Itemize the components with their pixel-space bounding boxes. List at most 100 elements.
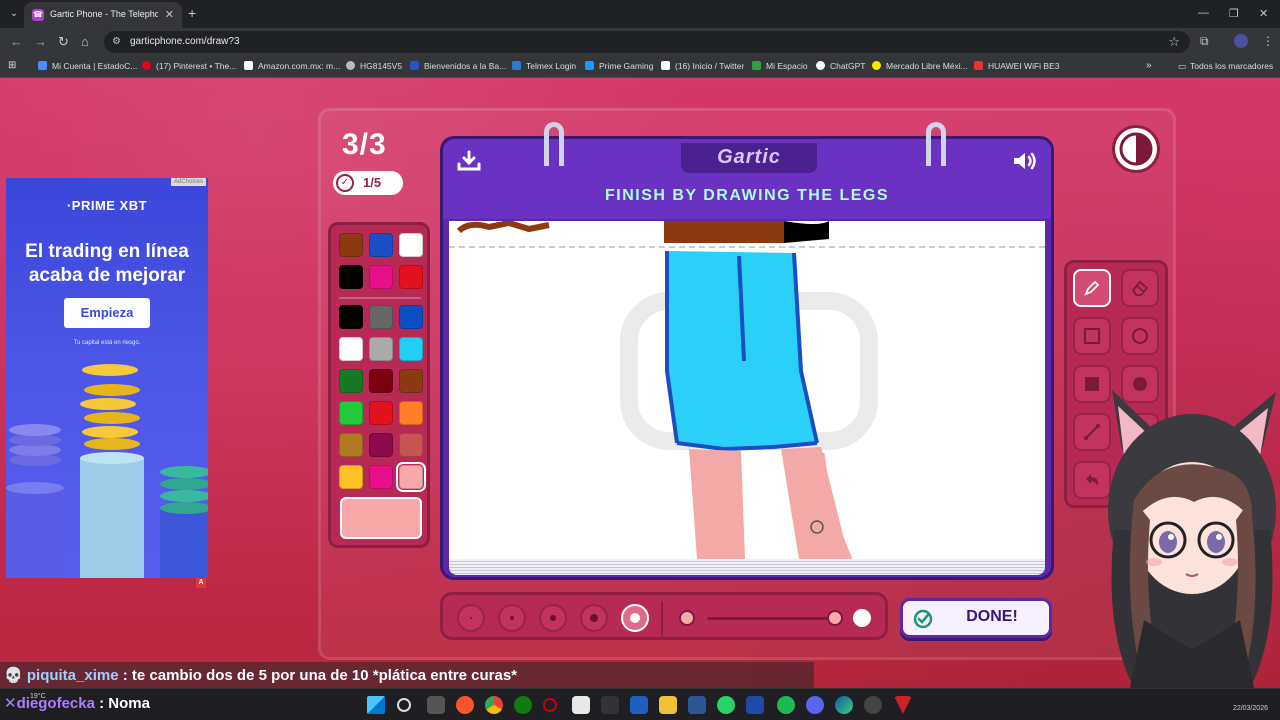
bookmark-star-icon[interactable]: ☆ bbox=[1168, 34, 1180, 50]
opera-icon[interactable] bbox=[543, 698, 557, 712]
color-swatch[interactable] bbox=[369, 233, 393, 257]
xbox-icon[interactable] bbox=[514, 696, 532, 714]
close-window-icon[interactable]: ✕ bbox=[1259, 7, 1268, 20]
color-swatch[interactable] bbox=[369, 305, 393, 329]
color-swatch[interactable] bbox=[396, 462, 426, 492]
address-bar[interactable]: ⚙ garticphone.com/draw?3 ☆ bbox=[104, 31, 1190, 53]
color-swatch[interactable] bbox=[369, 465, 393, 489]
advertisement-banner[interactable]: AdChoices ·PRIME XBT El trading en línea… bbox=[6, 178, 208, 578]
color-swatch[interactable] bbox=[399, 233, 423, 257]
eraser-tool-button[interactable] bbox=[1121, 269, 1159, 307]
ellipse-outline-tool-button[interactable] bbox=[1121, 317, 1159, 355]
opacity-slider-track[interactable] bbox=[707, 617, 833, 620]
reload-icon[interactable]: ↻ bbox=[58, 34, 69, 50]
bookmark-item[interactable]: Amazon.com.mx: m... bbox=[244, 61, 340, 71]
rectangle-outline-tool-button[interactable] bbox=[1073, 317, 1111, 355]
bookmark-item[interactable]: Telmex Login bbox=[512, 61, 576, 71]
color-swatch[interactable] bbox=[399, 337, 423, 361]
contrast-toggle-button[interactable] bbox=[1112, 125, 1160, 173]
app-icon[interactable] bbox=[630, 696, 648, 714]
bookmark-item[interactable]: Mercado Libre Méxi... bbox=[872, 61, 968, 71]
spotify-icon[interactable] bbox=[777, 696, 795, 714]
browser-menu-icon[interactable]: ⋮ bbox=[1262, 34, 1274, 48]
task-view-icon[interactable] bbox=[427, 696, 445, 714]
color-swatch[interactable] bbox=[369, 337, 393, 361]
extensions-icon[interactable]: ⧉ bbox=[1200, 34, 1209, 49]
windows-start-icon[interactable] bbox=[367, 696, 385, 714]
brush-size-button[interactable] bbox=[580, 604, 608, 632]
ad-corner-icon[interactable]: A bbox=[196, 578, 206, 588]
search-icon[interactable] bbox=[397, 698, 411, 712]
current-color-preview[interactable] bbox=[340, 497, 422, 539]
chat-username: diegofecka bbox=[16, 695, 95, 712]
discord-icon[interactable] bbox=[806, 696, 824, 714]
bookmark-item[interactable]: (17) Pinterest • The... bbox=[142, 61, 236, 71]
color-swatch[interactable] bbox=[339, 433, 363, 457]
color-swatch[interactable] bbox=[339, 265, 363, 289]
valorant-icon[interactable] bbox=[894, 696, 912, 714]
site-info-icon[interactable]: ⚙ bbox=[112, 36, 121, 47]
weather-widget[interactable]: 19°C bbox=[30, 693, 46, 700]
color-swatch[interactable] bbox=[369, 369, 393, 393]
network-app-icon[interactable] bbox=[688, 696, 706, 714]
ad-cta-button[interactable]: Empieza bbox=[64, 298, 150, 328]
color-swatch[interactable] bbox=[339, 337, 363, 361]
color-swatch[interactable] bbox=[399, 401, 423, 425]
new-tab-icon[interactable]: + bbox=[188, 5, 196, 21]
taskbar-date[interactable]: 22/03/2026 bbox=[1233, 705, 1268, 712]
bookmark-item[interactable]: Bienvenidos a la Ba... bbox=[410, 61, 506, 71]
brush-size-button[interactable] bbox=[539, 604, 567, 632]
bookmark-item[interactable]: Mi Espacio bbox=[752, 61, 808, 71]
drawing-canvas[interactable] bbox=[449, 221, 1045, 559]
brush-size-button[interactable] bbox=[498, 604, 526, 632]
ad-coins-illustration bbox=[6, 364, 208, 578]
color-swatch[interactable] bbox=[339, 401, 363, 425]
bookmark-item[interactable]: HUAWEI WiFi BE3 bbox=[974, 61, 1059, 71]
minimize-icon[interactable]: — bbox=[1198, 7, 1209, 19]
epic-games-icon[interactable] bbox=[601, 696, 619, 714]
bookmark-item[interactable]: HG8145V5 bbox=[346, 61, 402, 71]
profile-avatar[interactable] bbox=[1234, 34, 1248, 48]
bookmark-item[interactable]: ChatGPT bbox=[816, 61, 865, 71]
file-explorer-icon[interactable] bbox=[659, 696, 677, 714]
color-swatch[interactable] bbox=[339, 369, 363, 393]
color-swatch[interactable] bbox=[369, 433, 393, 457]
store-icon[interactable] bbox=[572, 696, 590, 714]
forward-icon[interactable]: → bbox=[34, 34, 47, 49]
pen-tool-button[interactable] bbox=[1073, 269, 1111, 307]
color-swatch[interactable] bbox=[399, 433, 423, 457]
color-swatch[interactable] bbox=[339, 305, 363, 329]
color-swatch[interactable] bbox=[369, 401, 393, 425]
ad-choices-badge[interactable]: AdChoices bbox=[170, 178, 206, 186]
color-swatch[interactable] bbox=[339, 233, 363, 257]
home-icon[interactable]: ⌂ bbox=[81, 34, 89, 49]
color-swatch[interactable] bbox=[399, 305, 423, 329]
apps-grid-icon[interactable]: ⊞ bbox=[8, 60, 16, 71]
browser-tab-gartic[interactable]: ☎ Gartic Phone - The Telephone G ✕ bbox=[24, 2, 182, 28]
photoshop-icon[interactable] bbox=[746, 696, 764, 714]
brush-size-button[interactable] bbox=[457, 604, 485, 632]
restore-icon[interactable]: ❐ bbox=[1229, 7, 1239, 20]
brave-icon[interactable] bbox=[456, 696, 474, 714]
tab-search-icon[interactable]: ⌄ bbox=[6, 6, 22, 22]
color-swatch[interactable] bbox=[339, 465, 363, 489]
color-swatch[interactable] bbox=[399, 369, 423, 393]
color-swatch[interactable] bbox=[399, 265, 423, 289]
brush-size-button[interactable] bbox=[621, 604, 649, 632]
more-bookmarks-icon[interactable]: » bbox=[1146, 60, 1152, 71]
whatsapp-icon[interactable] bbox=[717, 696, 735, 714]
bookmark-item[interactable]: Mi Cuenta | EstadoC... bbox=[38, 61, 137, 71]
bookmark-item[interactable]: Prime Gaming bbox=[585, 61, 653, 71]
bookmark-item[interactable]: (16) Inicio / Twitter bbox=[661, 61, 744, 71]
done-button[interactable]: DONE! bbox=[900, 598, 1052, 638]
tab-close-icon[interactable]: ✕ bbox=[165, 8, 174, 21]
opacity-slider-handle[interactable] bbox=[827, 610, 843, 626]
all-bookmarks-folder[interactable]: ▭ Todos los marcadores bbox=[1178, 61, 1273, 72]
edge-icon[interactable] bbox=[835, 696, 853, 714]
sound-icon[interactable] bbox=[1011, 149, 1039, 173]
back-icon[interactable]: ← bbox=[10, 34, 23, 49]
download-icon[interactable] bbox=[455, 149, 483, 173]
color-swatch[interactable] bbox=[369, 265, 393, 289]
chrome-icon[interactable] bbox=[485, 696, 503, 714]
obs-icon[interactable] bbox=[864, 696, 882, 714]
